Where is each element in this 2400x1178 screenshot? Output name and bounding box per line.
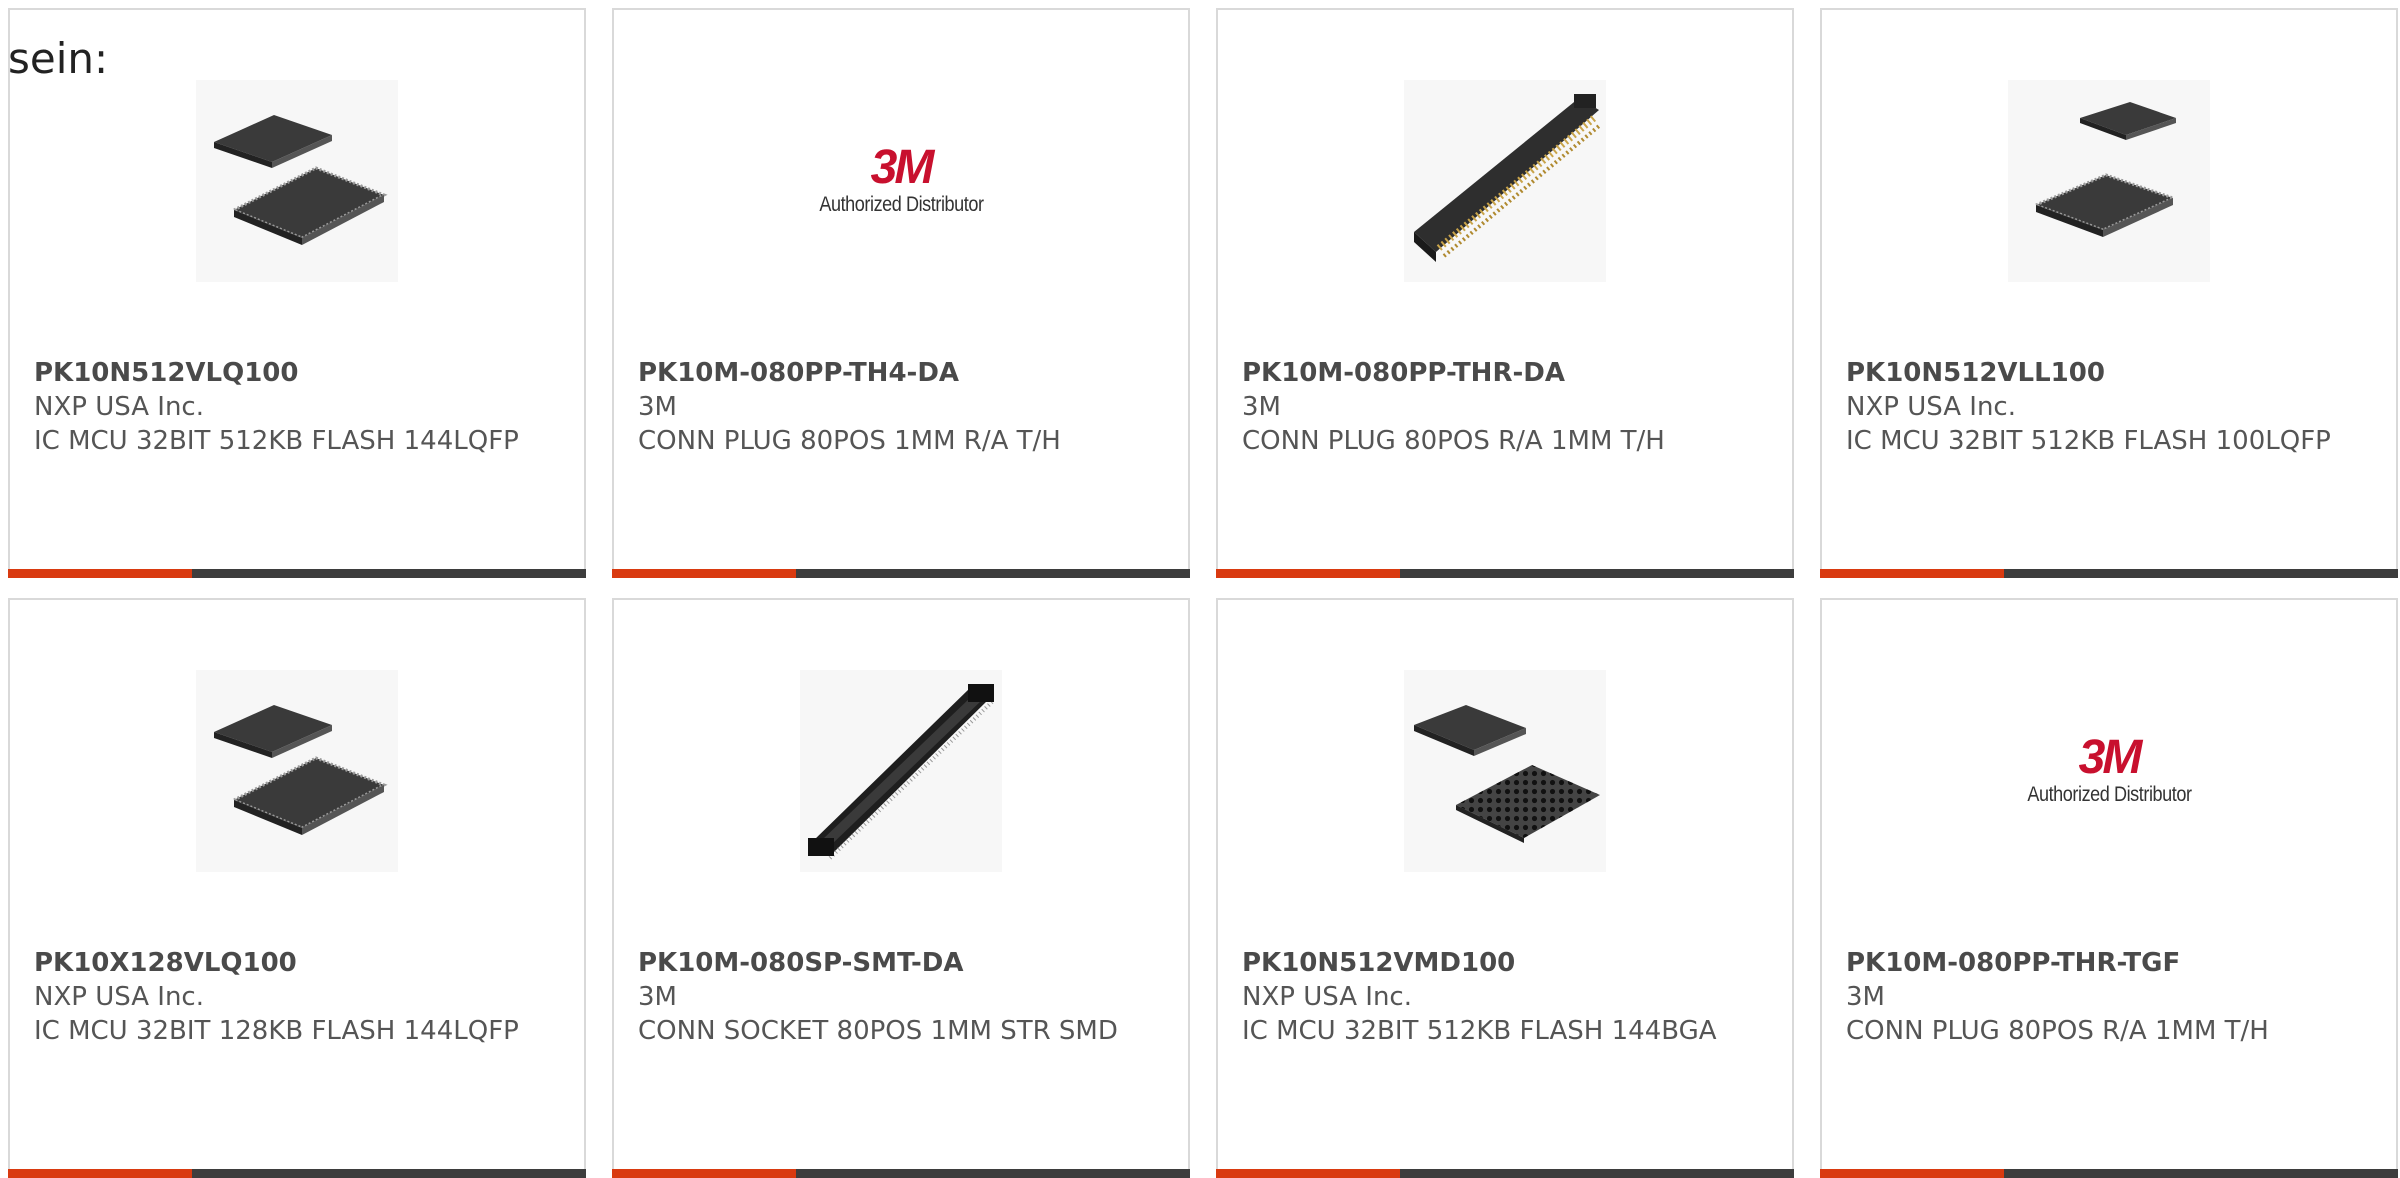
part-number[interactable]: PK10M-080PP-THR-TGF <box>1846 946 2372 980</box>
manufacturer: NXP USA Inc. <box>1846 392 2016 422</box>
connector-socket-icon <box>800 670 1002 872</box>
card-accent <box>1820 1169 2004 1178</box>
chip-bga-icon <box>1404 670 1606 872</box>
3m-logo: 3M Authorized Distributor <box>806 144 997 218</box>
part-number[interactable]: PK10X128VLQ100 <box>34 946 560 980</box>
chip-qfp-pair-icon <box>196 80 398 282</box>
product-card[interactable]: PK10N512VLQ100 NXP USA Inc. IC MCU 32BIT… <box>8 8 586 578</box>
manufacturer: 3M <box>638 982 677 1012</box>
product-info: PK10M-080PP-THR-DA 3M CONN PLUG 80POS R/… <box>1242 356 1768 458</box>
product-image[interactable] <box>1404 80 1606 282</box>
card-accent <box>612 1169 796 1178</box>
3m-logo-tagline: Authorized Distributor <box>818 193 984 216</box>
card-bottom-bar <box>612 569 1190 578</box>
card-accent <box>612 569 796 578</box>
description: CONN PLUG 80POS R/A 1MM T/H <box>1242 426 1665 456</box>
manufacturer: 3M <box>1846 982 1885 1012</box>
card-bottom-bar <box>8 1169 586 1178</box>
card-bottom-bar <box>1820 569 2398 578</box>
part-number[interactable]: PK10N512VMD100 <box>1242 946 1768 980</box>
card-bottom-bar <box>612 1169 1190 1178</box>
part-number[interactable]: PK10M-080PP-THR-DA <box>1242 356 1768 390</box>
description: CONN PLUG 80POS 1MM R/A T/H <box>638 426 1061 456</box>
intro-text: sein: <box>8 34 109 83</box>
product-image[interactable]: 3M Authorized Distributor <box>800 80 1002 282</box>
part-number[interactable]: PK10M-080PP-TH4-DA <box>638 356 1164 390</box>
card-accent <box>1216 1169 1400 1178</box>
connector-header-icon <box>1404 80 1606 282</box>
chip-qfp-pair-icon <box>2008 80 2210 282</box>
product-image[interactable] <box>196 670 398 872</box>
product-image[interactable] <box>196 80 398 282</box>
product-card[interactable]: PK10X128VLQ100 NXP USA Inc. IC MCU 32BIT… <box>8 598 586 1178</box>
description: IC MCU 32BIT 128KB FLASH 144LQFP <box>34 1016 519 1046</box>
3m-logo-tagline: Authorized Distributor <box>2026 783 2192 806</box>
product-info: PK10N512VLL100 NXP USA Inc. IC MCU 32BIT… <box>1846 356 2372 458</box>
description: CONN SOCKET 80POS 1MM STR SMD <box>638 1016 1118 1046</box>
description: CONN PLUG 80POS R/A 1MM T/H <box>1846 1016 2269 1046</box>
manufacturer: NXP USA Inc. <box>1242 982 1412 1012</box>
description: IC MCU 32BIT 512KB FLASH 100LQFP <box>1846 426 2331 456</box>
card-accent <box>8 1169 192 1178</box>
3m-logo: 3M Authorized Distributor <box>2014 734 2205 808</box>
product-info: PK10M-080PP-TH4-DA 3M CONN PLUG 80POS 1M… <box>638 356 1164 458</box>
product-image[interactable] <box>1404 670 1606 872</box>
part-number[interactable]: PK10N512VLQ100 <box>34 356 560 390</box>
manufacturer: NXP USA Inc. <box>34 982 204 1012</box>
product-card[interactable]: PK10M-080SP-SMT-DA 3M CONN SOCKET 80POS … <box>612 598 1190 1178</box>
card-bottom-bar <box>1820 1169 2398 1178</box>
product-info: PK10M-080SP-SMT-DA 3M CONN SOCKET 80POS … <box>638 946 1164 1048</box>
product-grid: PK10N512VLQ100 NXP USA Inc. IC MCU 32BIT… <box>0 0 2400 1178</box>
card-bottom-bar <box>8 569 586 578</box>
product-card[interactable]: 3M Authorized Distributor PK10M-080PP-TH… <box>1820 598 2398 1178</box>
3m-logo-mark: 3M <box>870 141 935 194</box>
manufacturer: NXP USA Inc. <box>34 392 204 422</box>
product-card[interactable]: PK10N512VLL100 NXP USA Inc. IC MCU 32BIT… <box>1820 8 2398 578</box>
card-bottom-bar <box>1216 1169 1794 1178</box>
product-card[interactable]: PK10M-080PP-THR-DA 3M CONN PLUG 80POS R/… <box>1216 8 1794 578</box>
card-accent <box>1820 569 2004 578</box>
product-info: PK10N512VMD100 NXP USA Inc. IC MCU 32BIT… <box>1242 946 1768 1048</box>
manufacturer: 3M <box>638 392 677 422</box>
part-number[interactable]: PK10N512VLL100 <box>1846 356 2372 390</box>
product-card[interactable]: 3M Authorized Distributor PK10M-080PP-TH… <box>612 8 1190 578</box>
chip-qfp-pair-icon <box>196 670 398 872</box>
card-bottom-bar <box>1216 569 1794 578</box>
product-image[interactable]: 3M Authorized Distributor <box>2008 670 2210 872</box>
3m-logo-mark: 3M <box>2078 731 2143 784</box>
card-accent <box>8 569 192 578</box>
product-image[interactable] <box>2008 80 2210 282</box>
product-info: PK10X128VLQ100 NXP USA Inc. IC MCU 32BIT… <box>34 946 560 1048</box>
product-info: PK10M-080PP-THR-TGF 3M CONN PLUG 80POS R… <box>1846 946 2372 1048</box>
product-card[interactable]: PK10N512VMD100 NXP USA Inc. IC MCU 32BIT… <box>1216 598 1794 1178</box>
product-info: PK10N512VLQ100 NXP USA Inc. IC MCU 32BIT… <box>34 356 560 458</box>
description: IC MCU 32BIT 512KB FLASH 144BGA <box>1242 1016 1717 1046</box>
manufacturer: 3M <box>1242 392 1281 422</box>
card-accent <box>1216 569 1400 578</box>
part-number[interactable]: PK10M-080SP-SMT-DA <box>638 946 1164 980</box>
product-image[interactable] <box>800 670 1002 872</box>
description: IC MCU 32BIT 512KB FLASH 144LQFP <box>34 426 519 456</box>
